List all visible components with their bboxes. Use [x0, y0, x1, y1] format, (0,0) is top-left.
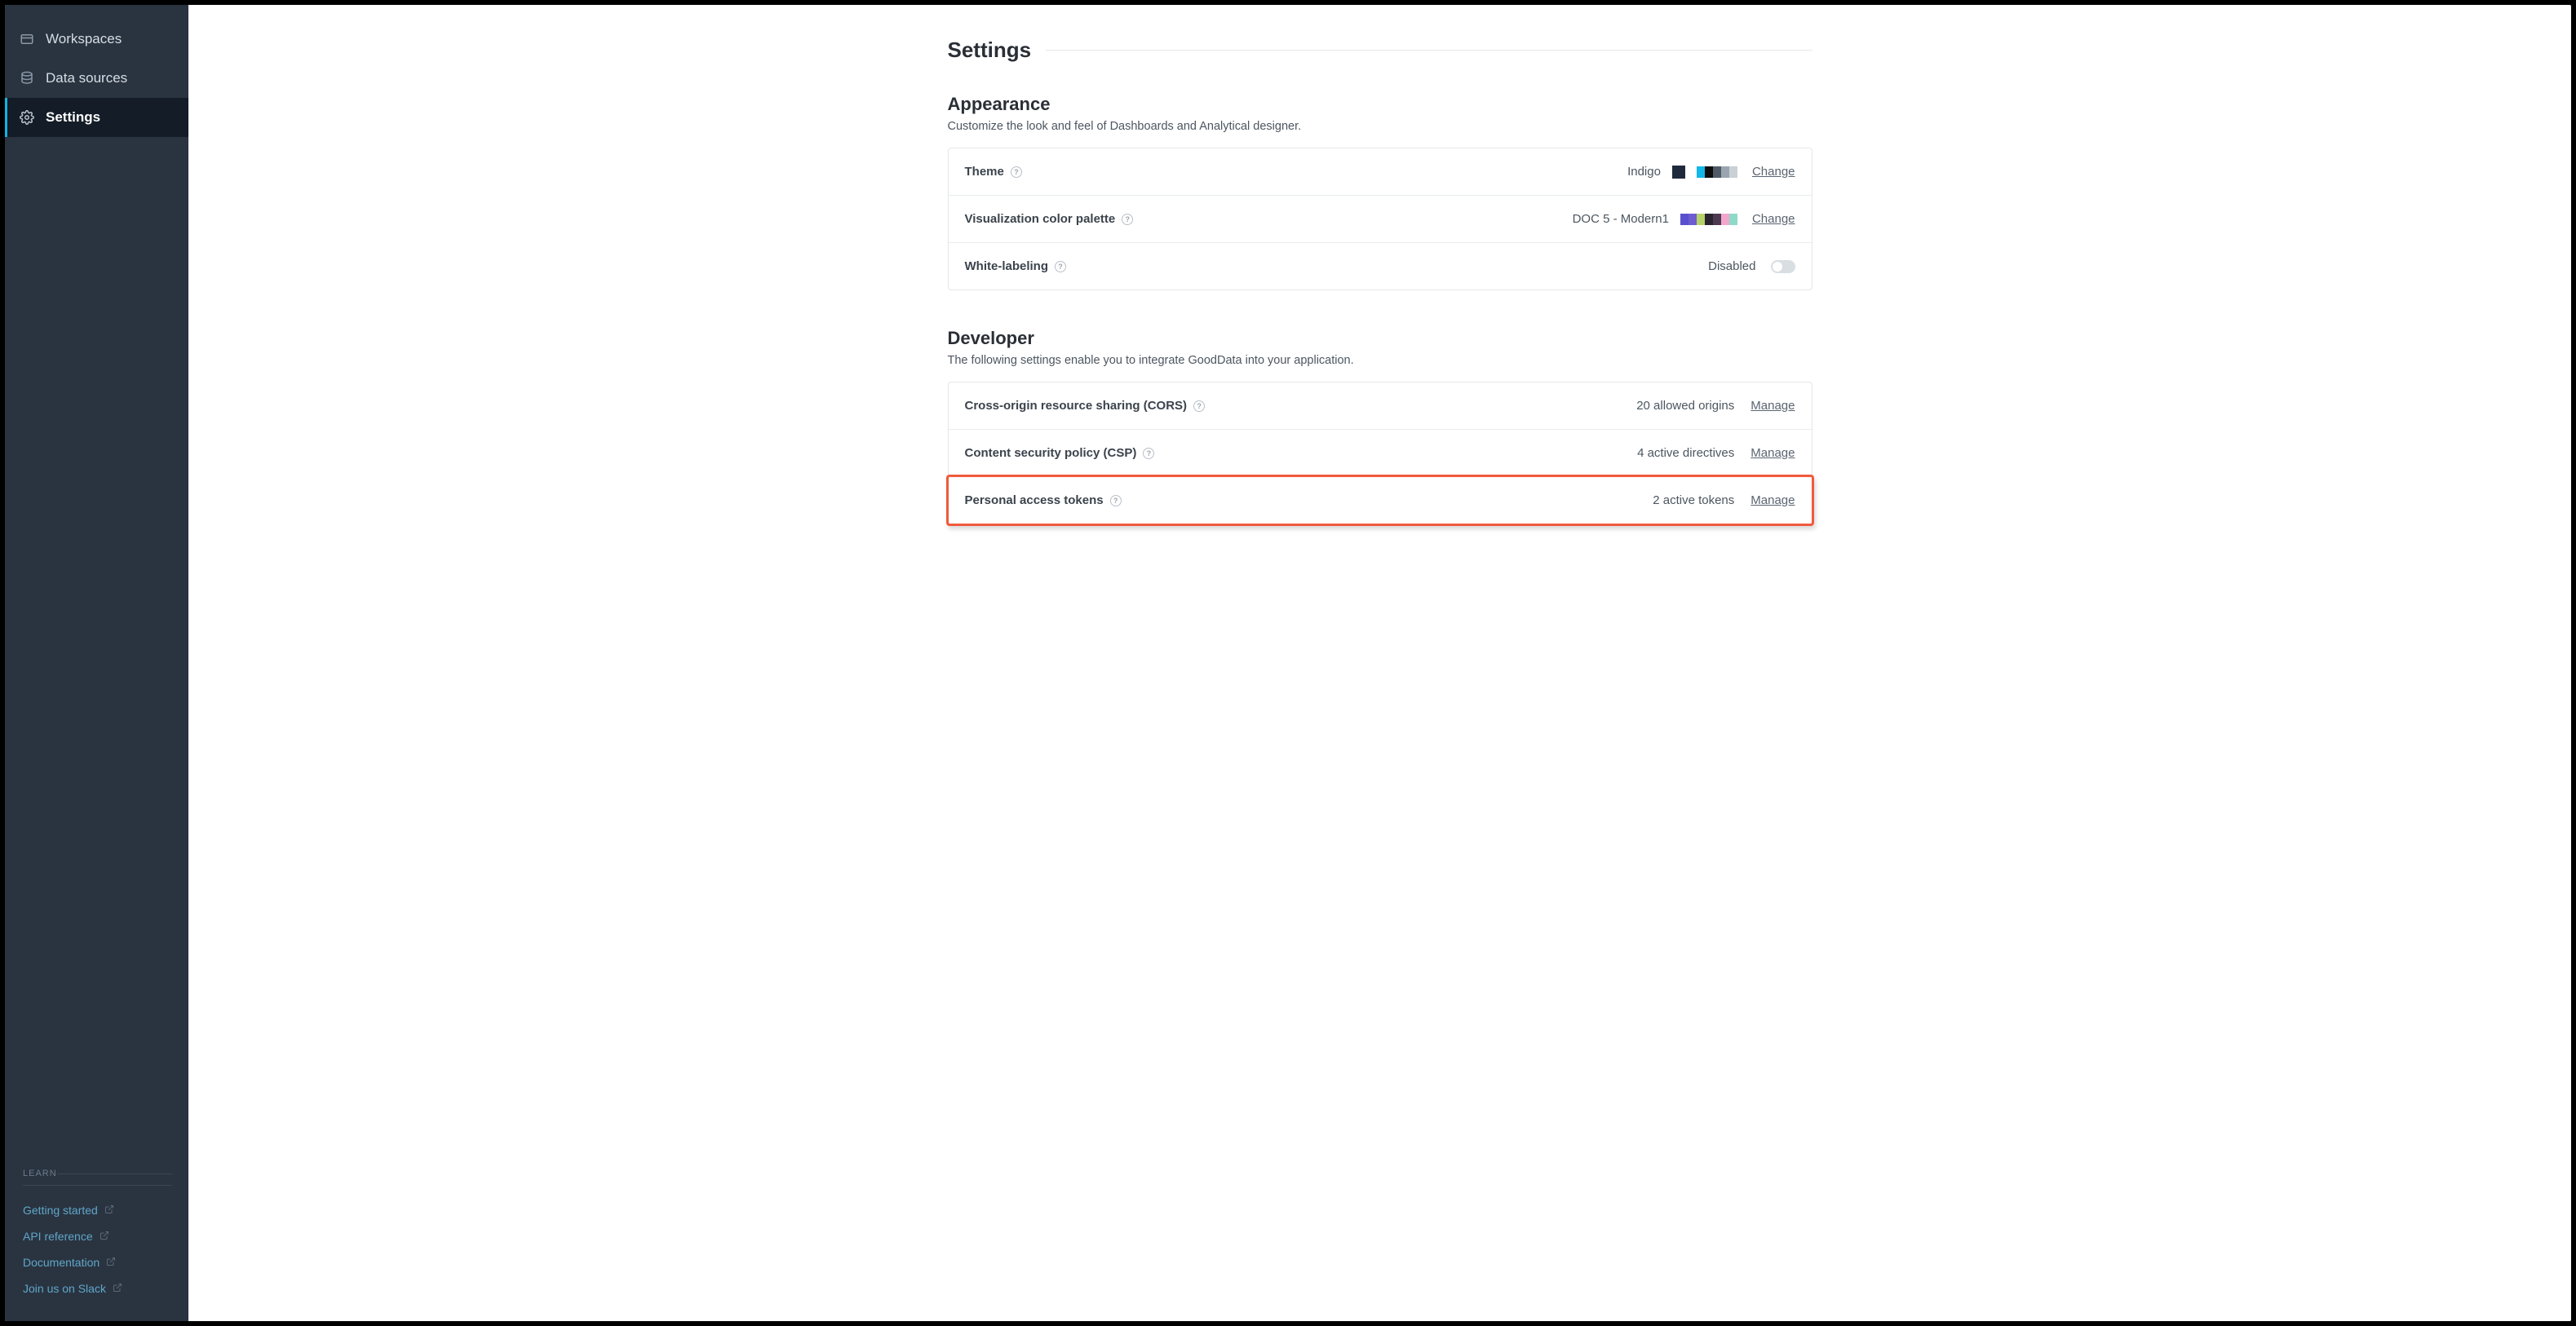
learn-list: Getting started API reference Documentat…	[23, 1197, 172, 1302]
cors-manage-link[interactable]: Manage	[1751, 399, 1795, 413]
theme-strip	[1697, 166, 1737, 178]
theme-label-group: Theme ?	[965, 165, 1628, 179]
whitelabel-status: Disabled	[1708, 259, 1755, 273]
tokens-value: 2 active tokens	[1653, 493, 1734, 507]
external-link-icon	[106, 1256, 116, 1269]
sidebar-nav: Workspaces Data sources	[5, 5, 188, 137]
cors-value: 20 allowed origins	[1636, 399, 1734, 413]
palette-label: Visualization color palette	[965, 212, 1116, 226]
appearance-desc: Customize the look and feel of Dashboard…	[948, 120, 1812, 133]
sidebar-learn: LEARN Getting started API reference Docu…	[5, 1169, 188, 1321]
csp-label: Content security policy (CSP)	[965, 446, 1137, 460]
csp-row: Content security policy (CSP) ? 4 active…	[949, 430, 1812, 477]
database-icon	[20, 71, 34, 86]
cors-label: Cross-origin resource sharing (CORS)	[965, 399, 1188, 413]
sidebar-item-workspaces[interactable]: Workspaces	[5, 20, 188, 59]
developer-panel: Cross-origin resource sharing (CORS) ? 2…	[948, 382, 1812, 524]
csp-manage-link[interactable]: Manage	[1751, 446, 1795, 460]
help-icon[interactable]: ?	[1055, 261, 1066, 272]
csp-label-group: Content security policy (CSP) ?	[965, 446, 1638, 460]
sidebar-item-settings[interactable]: Settings	[5, 98, 188, 137]
help-icon[interactable]: ?	[1122, 214, 1133, 225]
content-wrapper: Settings Appearance Customize the look a…	[948, 38, 1812, 524]
sidebar-item-label: Settings	[46, 109, 100, 126]
external-link-icon	[100, 1230, 109, 1243]
learn-slack[interactable]: Join us on Slack	[23, 1275, 172, 1302]
theme-swatches	[1672, 166, 1737, 179]
whitelabel-row: White-labeling ? Disabled	[949, 243, 1812, 290]
cors-label-group: Cross-origin resource sharing (CORS) ?	[965, 399, 1637, 413]
sidebar-item-data-sources[interactable]: Data sources	[5, 59, 188, 98]
whitelabel-label-group: White-labeling ?	[965, 259, 1709, 273]
tokens-label-group: Personal access tokens ?	[965, 493, 1653, 507]
help-icon[interactable]: ?	[1193, 400, 1205, 412]
title-divider	[1046, 50, 1812, 51]
main-content: Settings Appearance Customize the look a…	[188, 5, 2571, 1321]
developer-desc: The following settings enable you to int…	[948, 354, 1812, 367]
theme-row: Theme ? Indigo Change	[949, 148, 1812, 196]
sidebar: Workspaces Data sources	[5, 5, 188, 1321]
theme-change-link[interactable]: Change	[1752, 165, 1795, 179]
grid-icon	[20, 32, 34, 46]
palette-strip	[1680, 214, 1737, 225]
palette-row: Visualization color palette ? DOC 5 - Mo…	[949, 196, 1812, 243]
palette-change-link[interactable]: Change	[1752, 212, 1795, 226]
sidebar-spacer	[5, 137, 188, 1169]
help-icon[interactable]: ?	[1011, 166, 1022, 178]
csp-value: 4 active directives	[1637, 446, 1734, 460]
tokens-highlight: Personal access tokens ? 2 active tokens…	[946, 475, 1814, 526]
appearance-title: Appearance	[948, 94, 1812, 115]
help-icon[interactable]: ?	[1110, 495, 1122, 506]
learn-api-reference[interactable]: API reference	[23, 1223, 172, 1249]
whitelabel-label: White-labeling	[965, 259, 1049, 273]
help-icon[interactable]: ?	[1143, 448, 1154, 459]
whitelabel-toggle[interactable]	[1771, 260, 1795, 273]
learn-item-label: Documentation	[23, 1256, 100, 1269]
learn-header: LEARN	[23, 1169, 172, 1186]
tokens-label: Personal access tokens	[965, 493, 1104, 507]
page-title: Settings	[948, 38, 1032, 63]
page-title-row: Settings	[948, 38, 1812, 63]
sidebar-item-label: Data sources	[46, 70, 127, 86]
learn-item-label: Getting started	[23, 1204, 98, 1217]
learn-getting-started[interactable]: Getting started	[23, 1197, 172, 1223]
external-link-icon	[113, 1282, 122, 1295]
cors-row: Cross-origin resource sharing (CORS) ? 2…	[949, 382, 1812, 430]
learn-documentation[interactable]: Documentation	[23, 1249, 172, 1275]
sidebar-item-label: Workspaces	[46, 31, 122, 47]
theme-primary-swatch	[1672, 166, 1685, 179]
theme-value: Indigo	[1627, 165, 1661, 179]
gear-icon	[20, 110, 34, 125]
theme-label: Theme	[965, 165, 1004, 179]
palette-value: DOC 5 - Modern1	[1573, 212, 1669, 226]
tokens-manage-link[interactable]: Manage	[1751, 493, 1795, 507]
developer-title: Developer	[948, 328, 1812, 349]
external-link-icon	[104, 1204, 114, 1217]
tokens-row: Personal access tokens ? 2 active tokens…	[949, 477, 1812, 524]
learn-item-label: API reference	[23, 1230, 93, 1243]
appearance-panel: Theme ? Indigo Change	[948, 148, 1812, 290]
palette-label-group: Visualization color palette ?	[965, 212, 1573, 226]
app-frame: Workspaces Data sources	[5, 5, 2571, 1321]
learn-item-label: Join us on Slack	[23, 1282, 106, 1295]
